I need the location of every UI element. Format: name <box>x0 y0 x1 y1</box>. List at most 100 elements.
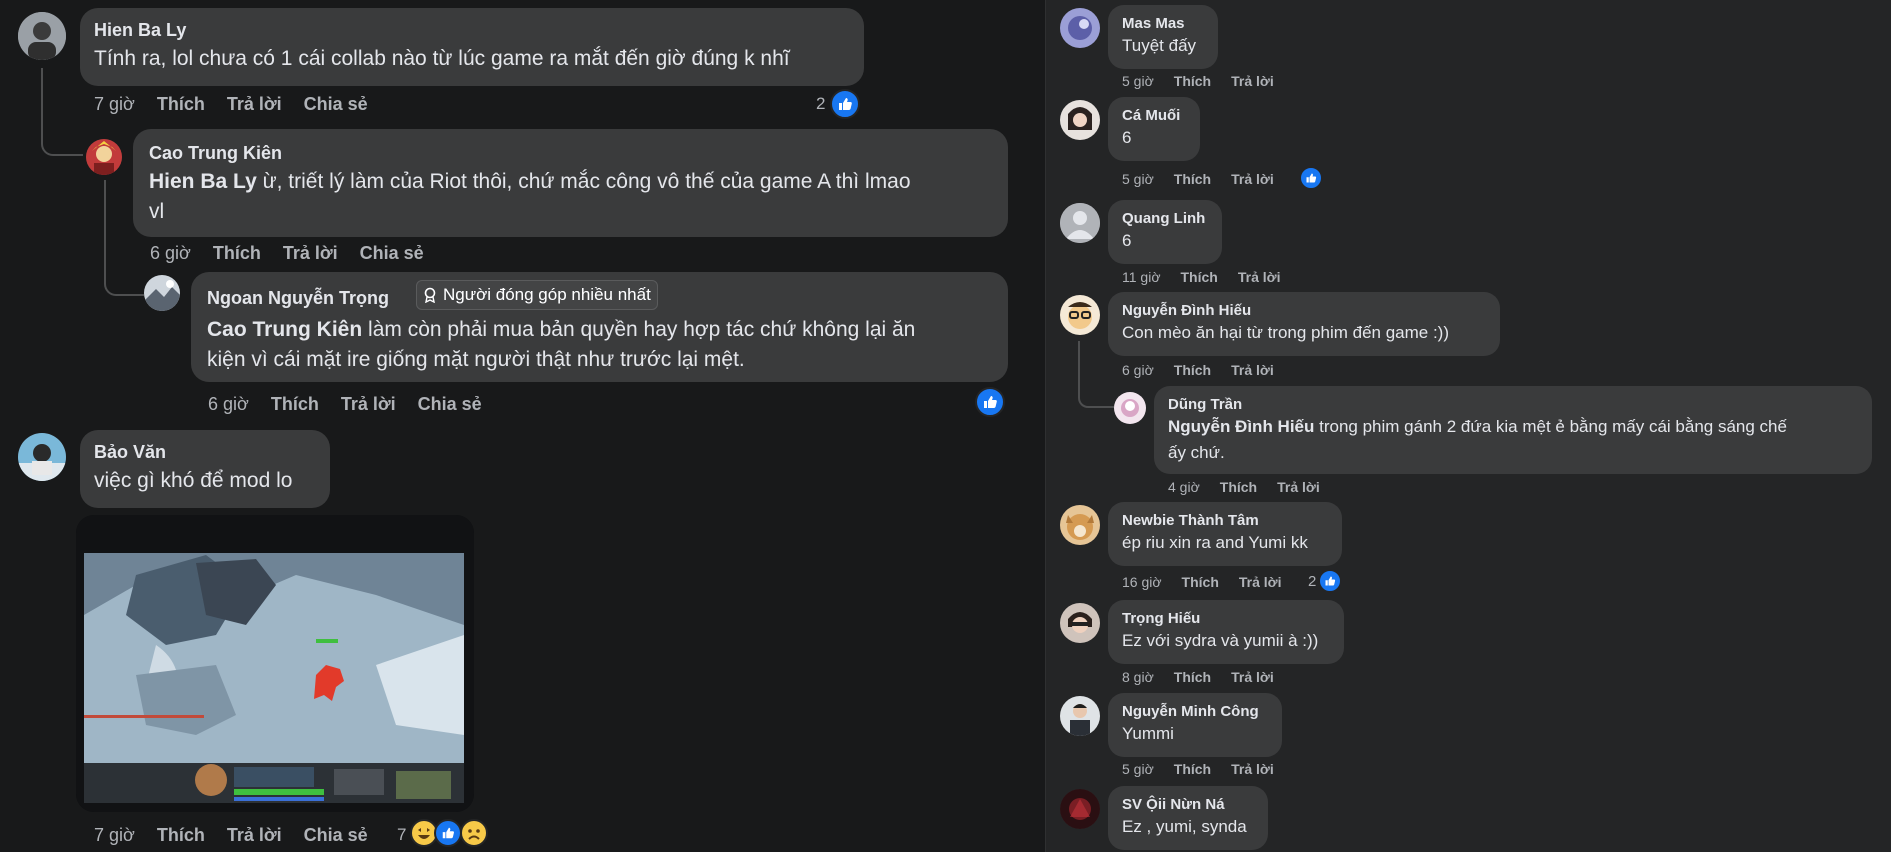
reply-button[interactable]: Trả lời <box>227 825 282 846</box>
comment-text: Tuyệt đấy <box>1122 36 1197 55</box>
share-button[interactable]: Chia sẻ <box>360 243 424 264</box>
time-link[interactable]: 7 giờ <box>94 825 135 846</box>
avatar[interactable] <box>1060 789 1100 829</box>
comment-author[interactable]: Hien Ba Ly <box>94 20 850 41</box>
comment-text: Nguyễn Đình Hiếu trong phim gánh 2 đứa k… <box>1168 417 1858 437</box>
mention-link[interactable]: Cao Trung Kiên <box>207 318 362 341</box>
comment-author[interactable]: Mas Mas <box>1122 15 1204 32</box>
reply-button[interactable]: Trả lời <box>1277 479 1320 495</box>
like-button[interactable]: Thích <box>157 825 205 846</box>
comment-author[interactable]: Nguyễn Đình Hiếu <box>1122 302 1486 319</box>
comment-actions: 6 giờ Thích Trả lời Chia sẻ <box>208 394 482 415</box>
avatar[interactable] <box>1060 203 1100 243</box>
comment-text-line: trong phim gánh 2 đứa kia mệt ẻ bằng mấy… <box>1314 417 1787 436</box>
comment-author[interactable]: Newbie Thành Tâm <box>1122 512 1328 529</box>
time-link[interactable]: 4 giờ <box>1168 479 1200 495</box>
comment-actions: 11 giờ Thích Trả lời <box>1122 269 1280 285</box>
mention-link[interactable]: Hien Ba Ly <box>149 170 257 193</box>
reply-button[interactable]: Trả lời <box>1231 362 1274 378</box>
thread-line <box>1078 341 1114 408</box>
time-link[interactable]: 6 giờ <box>150 243 191 264</box>
comment-text: 6 <box>1122 231 1132 250</box>
like-button[interactable]: Thích <box>1174 761 1211 777</box>
like-button[interactable]: Thích <box>1174 669 1211 685</box>
comment-author[interactable]: Quang Linh <box>1122 210 1208 227</box>
comment-text: Con mèo ăn hại từ trong phim đến game :)… <box>1122 323 1449 342</box>
comment-actions: 6 giờ Thích Trả lời Chia sẻ <box>150 243 424 264</box>
avatar[interactable] <box>1060 8 1100 48</box>
thumbs-up-icon[interactable] <box>1318 569 1342 593</box>
mention-link[interactable]: Nguyễn Đình Hiếu <box>1168 417 1314 436</box>
reply-button[interactable]: Trả lời <box>227 94 282 115</box>
time-link[interactable]: 11 giờ <box>1122 269 1161 285</box>
comment-actions: 5 giờ Thích Trả lời <box>1122 171 1274 187</box>
time-link[interactable]: 6 giờ <box>208 394 249 415</box>
share-button[interactable]: Chia sẻ <box>418 394 482 415</box>
reaction-count[interactable]: 7 <box>397 825 406 845</box>
avatar[interactable] <box>86 139 122 175</box>
reply-button[interactable]: Trả lời <box>1231 73 1274 89</box>
thumbs-up-icon[interactable] <box>434 819 462 847</box>
comment-author[interactable]: SV Ộii Nừn Ná <box>1122 796 1254 813</box>
top-contributor-badge[interactable]: Người đóng góp nhiều nhất <box>416 280 658 310</box>
comment-actions: 16 giờ Thích Trả lời <box>1122 574 1282 590</box>
comment-author[interactable]: Cao Trung Kiên <box>149 143 992 164</box>
thumbs-up-icon[interactable] <box>1299 166 1323 190</box>
avatar[interactable] <box>1060 505 1100 545</box>
avatar[interactable] <box>18 433 66 481</box>
comment-author[interactable]: Nguyễn Minh Công <box>1122 703 1268 720</box>
avatar[interactable] <box>1060 295 1100 335</box>
sad-emoji-icon <box>460 819 488 847</box>
badge-label: Người đóng góp nhiều nhất <box>443 285 651 304</box>
thumbs-up-icon[interactable] <box>975 387 1005 417</box>
time-link[interactable]: 7 giờ <box>94 94 135 115</box>
time-link[interactable]: 5 giờ <box>1122 171 1154 187</box>
comment-author[interactable]: Dũng Trần <box>1168 396 1858 413</box>
reply-button[interactable]: Trả lời <box>1239 574 1282 590</box>
time-link[interactable]: 16 giờ <box>1122 574 1162 590</box>
reaction-count[interactable]: 2 <box>816 94 825 114</box>
time-link[interactable]: 8 giờ <box>1122 669 1154 685</box>
comment-author[interactable]: Cá Muối <box>1122 107 1186 124</box>
avatar[interactable] <box>1114 392 1146 424</box>
comment-author[interactable]: Trọng Hiếu <box>1122 610 1330 627</box>
comment-author[interactable]: Bảo Văn <box>94 442 316 463</box>
share-button[interactable]: Chia sẻ <box>304 825 368 846</box>
avatar[interactable] <box>18 12 66 60</box>
comment-text: Yummi <box>1122 724 1174 743</box>
share-button[interactable]: Chia sẻ <box>304 94 368 115</box>
time-link[interactable]: 5 giờ <box>1122 73 1154 89</box>
like-button[interactable]: Thích <box>1220 479 1257 495</box>
comment-bubble: Mas Mas Tuyệt đấy <box>1108 5 1218 69</box>
like-button[interactable]: Thích <box>1174 362 1211 378</box>
comment-bubble: Nguyễn Đình Hiếu Con mèo ăn hại từ trong… <box>1108 292 1500 356</box>
avatar[interactable] <box>1060 696 1100 736</box>
like-button[interactable]: Thích <box>213 243 261 264</box>
comment-actions: 5 giờ Thích Trả lời <box>1122 73 1274 89</box>
reply-button[interactable]: Trả lời <box>1231 669 1274 685</box>
reply-button[interactable]: Trả lời <box>1231 171 1274 187</box>
comment-image[interactable] <box>76 515 474 812</box>
reply-button[interactable]: Trả lời <box>1231 761 1274 777</box>
avatar[interactable] <box>1060 100 1100 140</box>
time-link[interactable]: 5 giờ <box>1122 761 1154 777</box>
comment-author[interactable]: Ngoan Nguyễn Trọng <box>207 288 389 309</box>
thumbs-up-icon[interactable] <box>830 89 860 119</box>
time-link[interactable]: 6 giờ <box>1122 362 1154 378</box>
like-button[interactable]: Thích <box>1174 73 1211 89</box>
reaction-count[interactable]: 2 <box>1308 573 1316 590</box>
reply-button[interactable]: Trả lời <box>1238 269 1281 285</box>
avatar[interactable] <box>1060 603 1100 643</box>
comment-bubble: SV Ộii Nừn Ná Ez , yumi, synda <box>1108 786 1268 850</box>
like-button[interactable]: Thích <box>1182 574 1219 590</box>
like-button[interactable]: Thích <box>1174 171 1211 187</box>
avatar[interactable] <box>144 275 180 311</box>
like-button[interactable]: Thích <box>1181 269 1218 285</box>
reply-button[interactable]: Trả lời <box>341 394 396 415</box>
reply-button[interactable]: Trả lời <box>283 243 338 264</box>
like-button[interactable]: Thích <box>271 394 319 415</box>
like-button[interactable]: Thích <box>157 94 205 115</box>
thread-line <box>41 68 83 156</box>
comment-actions: 7 giờ Thích Trả lời Chia sẻ <box>94 825 368 846</box>
comment-actions: 8 giờ Thích Trả lời <box>1122 669 1274 685</box>
